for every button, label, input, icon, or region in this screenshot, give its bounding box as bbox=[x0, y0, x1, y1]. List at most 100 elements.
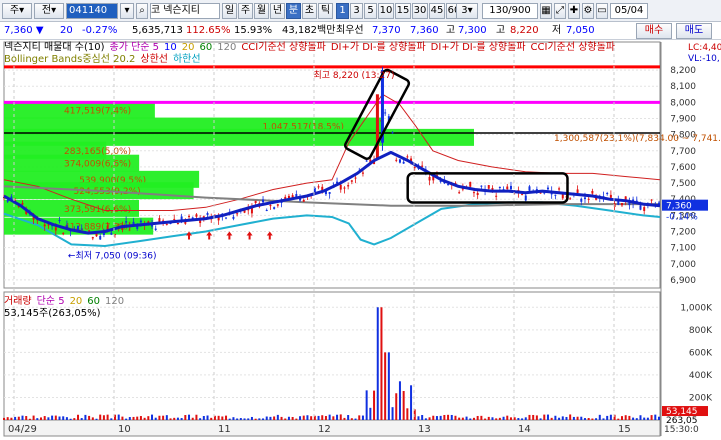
high-value: 8,220 bbox=[510, 25, 539, 36]
volume-bar bbox=[121, 416, 124, 420]
volume-bar bbox=[265, 416, 268, 420]
volume-bar bbox=[106, 414, 109, 420]
price-tick-label: 7,200 bbox=[670, 228, 696, 238]
candle bbox=[606, 193, 609, 195]
candle bbox=[391, 132, 394, 134]
candle bbox=[106, 225, 109, 230]
price-chart[interactable]: 8,2008,1008,0007,9007,8007,7007,6007,500… bbox=[0, 40, 721, 440]
period-tab-1[interactable]: 주 bbox=[238, 3, 253, 19]
candle bbox=[350, 180, 353, 182]
grid-icon[interactable]: ▦ bbox=[540, 3, 552, 19]
volume-ratio: 112.65% bbox=[186, 25, 231, 36]
volume-bar bbox=[380, 307, 383, 420]
volume-profile-label: 1,300,587(23,1%)(7,834.00 ~ 7,741.00) bbox=[554, 134, 721, 144]
period-tab-6[interactable]: 틱 bbox=[318, 3, 333, 19]
code-dropdown-icon[interactable]: ▾ bbox=[120, 3, 134, 19]
period-tab-0[interactable]: 일 bbox=[222, 3, 237, 19]
volume-bar bbox=[317, 415, 320, 420]
volume-bar bbox=[524, 417, 527, 420]
volume-bar bbox=[40, 417, 43, 420]
candle bbox=[495, 195, 498, 197]
volume-bar bbox=[88, 415, 91, 420]
volume-bar bbox=[228, 418, 231, 420]
volume-value-label: 53,145주(263,05%) bbox=[4, 308, 101, 319]
interval-tab-45[interactable]: 45 bbox=[429, 3, 445, 19]
volume-bar bbox=[509, 417, 512, 420]
candle bbox=[354, 177, 357, 179]
candle bbox=[110, 232, 113, 235]
interval-tab-10[interactable]: 10 bbox=[378, 3, 394, 19]
search-icon[interactable]: ⌕ bbox=[136, 3, 148, 19]
period-select[interactable]: 전▾ bbox=[34, 3, 64, 19]
volume-bar bbox=[454, 415, 457, 420]
volume-bar bbox=[580, 416, 583, 420]
volume-bar bbox=[306, 415, 309, 420]
current-price-label: 7,360 bbox=[666, 202, 692, 212]
candle bbox=[265, 210, 268, 212]
time-label: 11 bbox=[218, 424, 231, 435]
time-label: 10 bbox=[118, 424, 131, 435]
interval-tab-30[interactable]: 30 bbox=[412, 3, 428, 19]
volume-bar bbox=[147, 416, 150, 420]
time-axis bbox=[3, 419, 661, 437]
interval-tab-5[interactable]: 5 bbox=[364, 3, 377, 19]
candle bbox=[384, 112, 387, 114]
volume-bar bbox=[554, 415, 557, 420]
period-tab-5[interactable]: 초 bbox=[302, 3, 317, 19]
volume-bar bbox=[398, 381, 401, 420]
volume-bar bbox=[47, 417, 50, 420]
period-tab-2[interactable]: 월 bbox=[254, 3, 269, 19]
stock-code-input[interactable]: 041140 bbox=[66, 3, 118, 19]
price-tick-label: 7,700 bbox=[670, 147, 696, 157]
candle bbox=[21, 203, 24, 205]
calendar-icon[interactable]: ▭ bbox=[596, 3, 608, 19]
candle bbox=[554, 194, 557, 196]
sell-button[interactable]: 매도 bbox=[676, 23, 712, 39]
period-tab-4[interactable]: 분 bbox=[286, 3, 301, 19]
date-field[interactable]: 05/04 bbox=[610, 3, 648, 19]
count-select[interactable]: 3▾ bbox=[456, 3, 478, 19]
candle bbox=[365, 160, 368, 162]
volume-bar bbox=[495, 418, 498, 420]
volume-bar bbox=[569, 414, 572, 420]
count-field[interactable]: 130/900 bbox=[482, 3, 538, 19]
volume-bar bbox=[476, 415, 479, 420]
volume-bar bbox=[521, 418, 524, 420]
candle bbox=[643, 207, 646, 211]
volume-bar bbox=[173, 417, 176, 420]
volume-bar bbox=[154, 417, 157, 420]
volume-bar bbox=[25, 416, 28, 420]
candle bbox=[225, 217, 228, 219]
candle bbox=[250, 207, 253, 214]
expand-icon[interactable]: ⤢ bbox=[554, 3, 566, 19]
volume-bar bbox=[435, 416, 438, 420]
candle bbox=[639, 205, 642, 210]
crosshair-icon[interactable]: ✚ bbox=[568, 3, 580, 19]
volume-bar bbox=[102, 415, 105, 420]
volume-bar bbox=[643, 417, 646, 420]
settings-icon[interactable]: ⚙ bbox=[582, 3, 594, 19]
candle bbox=[587, 198, 590, 200]
volume-bar bbox=[217, 415, 220, 420]
volume-bar bbox=[339, 414, 342, 420]
period-tab-3[interactable]: 년 bbox=[270, 3, 285, 19]
market-select[interactable]: 주▾ bbox=[2, 3, 32, 19]
price-tick-label: 7,000 bbox=[670, 260, 696, 270]
volume-legend-item-1: 단순 5 bbox=[36, 296, 65, 307]
volume-bar bbox=[465, 416, 468, 420]
volume-bar bbox=[361, 415, 364, 420]
candle bbox=[206, 213, 209, 215]
volume-bar bbox=[502, 416, 505, 420]
volume-bar bbox=[206, 415, 209, 420]
high-label-2: 고 bbox=[496, 25, 506, 36]
bb-legend-item-2: 하한선 bbox=[172, 54, 201, 65]
volume-bar bbox=[517, 418, 520, 420]
volume-bar bbox=[628, 415, 631, 420]
legend-item-3: 20 bbox=[181, 42, 195, 53]
interval-tab-15[interactable]: 15 bbox=[395, 3, 411, 19]
candle bbox=[469, 181, 472, 187]
interval-tab-1[interactable]: 1 bbox=[336, 3, 349, 19]
buy-button[interactable]: 매수 bbox=[636, 23, 672, 39]
volume-bar bbox=[439, 415, 442, 420]
interval-tab-3[interactable]: 3 bbox=[350, 3, 363, 19]
